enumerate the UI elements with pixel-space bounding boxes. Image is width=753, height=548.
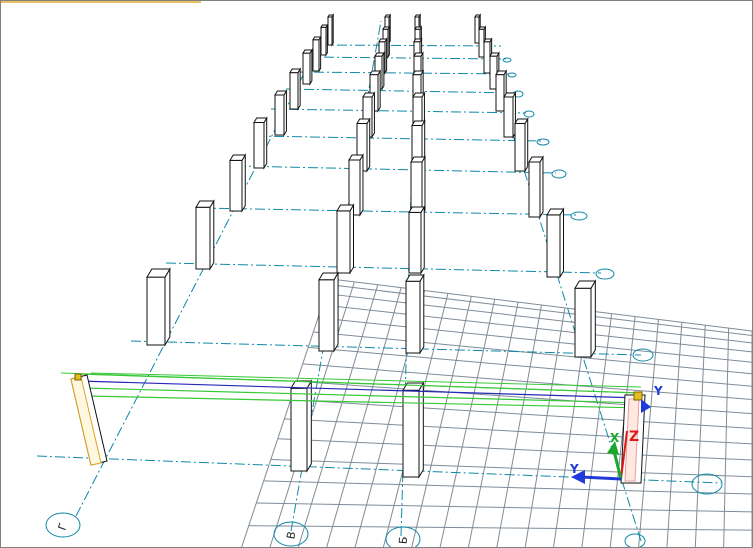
grid-line — [296, 380, 752, 415]
column[interactable] — [327, 13, 335, 47]
column[interactable] — [146, 267, 171, 347]
axis-bubble-r10 — [502, 57, 512, 63]
axis-bubble-r6 — [536, 138, 550, 146]
axis-line-h — [295, 71, 512, 75]
grid-line — [290, 399, 752, 429]
axis-line-c — [200, 207, 577, 216]
column[interactable] — [274, 89, 288, 137]
model-viewport-3d[interactable]: Г В Б X Z Y Y — [0, 0, 753, 548]
columns-group — [146, 13, 597, 479]
selected-beam[interactable] — [78, 372, 646, 409]
ground-grid — [241, 278, 752, 547]
column[interactable] — [408, 205, 426, 275]
grid-line — [318, 317, 752, 363]
grid-line — [241, 278, 332, 547]
grid-line — [330, 278, 752, 332]
gizmo-x-label: X — [610, 431, 620, 445]
grid-line — [468, 302, 519, 547]
column[interactable] — [318, 271, 339, 353]
grid-line — [723, 328, 730, 547]
grid-line — [694, 325, 706, 547]
axis-bubble-r4 — [570, 211, 588, 221]
selected-column-left[interactable] — [70, 373, 108, 466]
grid-line — [269, 281, 355, 547]
axis-bubble-r1 — [691, 473, 723, 495]
axis-line-i — [305, 56, 507, 60]
axis-bubble-right-bottom — [624, 533, 646, 547]
column[interactable] — [253, 116, 268, 170]
column[interactable] — [574, 279, 597, 359]
axis-bubble-r7 — [523, 110, 535, 118]
column[interactable] — [546, 207, 565, 279]
column[interactable] — [302, 48, 313, 86]
scene-svg[interactable]: Г В Б X Z Y Y — [1, 1, 752, 547]
axis-line-f — [270, 108, 527, 114]
grid-line — [277, 438, 752, 461]
gizmo-z-label: Z — [629, 429, 639, 445]
grid-line — [284, 418, 752, 445]
grid-line — [666, 322, 683, 547]
column[interactable] — [289, 67, 302, 111]
gizmo-y-label: Y — [569, 462, 579, 476]
grid-line — [329, 284, 752, 336]
axis-bubble-r3 — [595, 268, 615, 280]
column[interactable] — [410, 155, 426, 217]
axis-bubble-label-g: Г — [56, 521, 71, 532]
grid-line — [256, 502, 752, 513]
column[interactable] — [503, 91, 517, 139]
grid-line — [326, 293, 752, 344]
axis-bubble-r9 — [507, 72, 517, 78]
grid-line — [439, 299, 496, 547]
axis-line-d — [235, 165, 557, 174]
grid-line — [496, 304, 542, 547]
gizmo-y2-arrow — [641, 399, 651, 413]
column[interactable] — [405, 273, 425, 355]
axis-line-e — [255, 135, 542, 142]
grid-line — [263, 480, 752, 495]
axis-line-j — [318, 44, 502, 47]
axis-line-b — [165, 262, 602, 274]
viewport-top-accent — [1, 1, 201, 3]
column[interactable] — [514, 117, 529, 173]
gizmo-y-axis — [580, 475, 622, 481]
gizmo-y2-label: Y — [653, 384, 663, 398]
column[interactable] — [229, 153, 247, 213]
column[interactable] — [528, 155, 544, 219]
axis-bubble-label-v: В — [284, 530, 298, 540]
grid-line — [322, 304, 752, 353]
column[interactable] — [336, 203, 355, 275]
axis-line-g — [285, 88, 517, 94]
column[interactable] — [195, 199, 215, 271]
axis-bubble-r5 — [551, 169, 567, 179]
axis-bubble-label-b: Б — [397, 536, 411, 545]
column[interactable] — [320, 23, 329, 57]
column[interactable] — [312, 35, 322, 73]
